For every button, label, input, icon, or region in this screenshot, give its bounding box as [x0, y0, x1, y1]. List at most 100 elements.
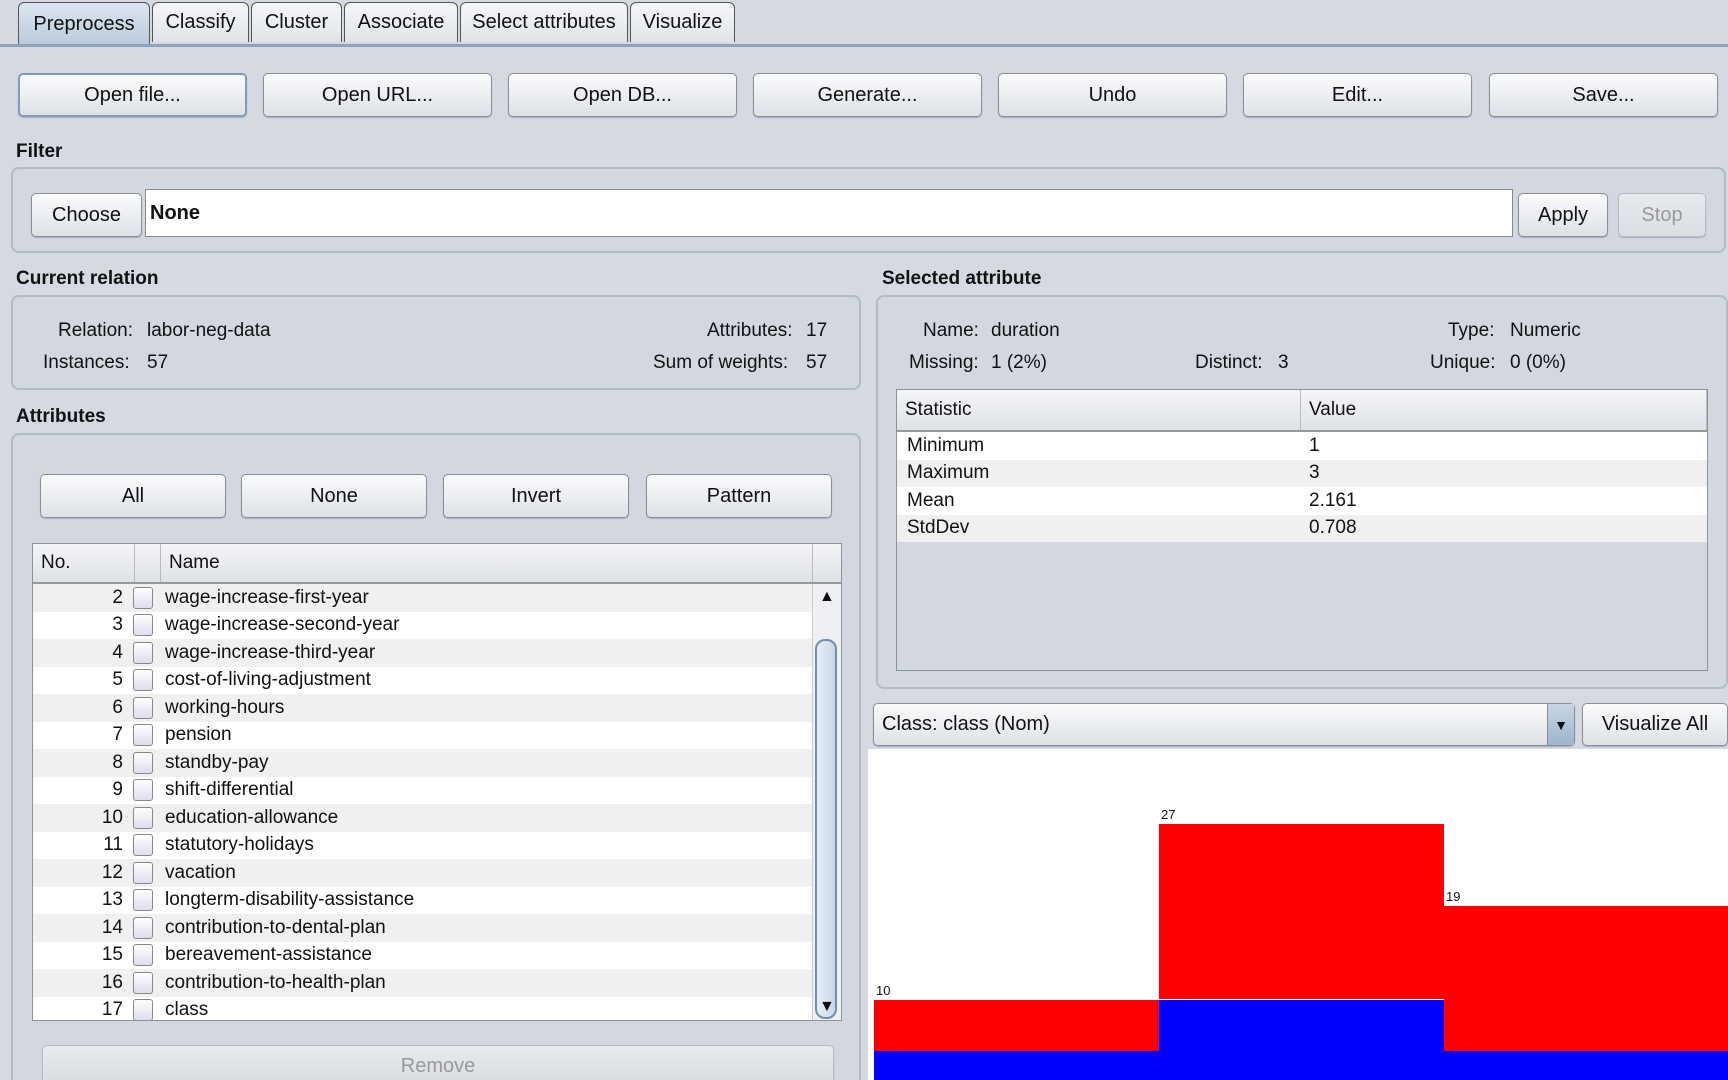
attribute-name: bereavement-assistance	[165, 944, 372, 966]
checkbox-cell	[129, 834, 157, 857]
attribute-name: shift-differential	[165, 779, 294, 801]
chevron-down-icon[interactable]: ▼	[1547, 704, 1574, 745]
select-all-button[interactable]: All	[40, 474, 226, 518]
scrollbar[interactable]: ▲ ▼	[812, 584, 841, 1020]
attribute-checkbox[interactable]	[133, 834, 153, 857]
histogram-bar-segment	[1159, 823, 1444, 1000]
attribute-checkbox[interactable]	[133, 806, 153, 829]
undo-button[interactable]: Undo	[998, 73, 1227, 117]
statistic-row[interactable]: Mean 2.161	[897, 487, 1707, 515]
table-row[interactable]: 17 class	[33, 997, 813, 1020]
bar-count-label: 10	[876, 982, 891, 998]
bar-count-label: 19	[1446, 889, 1461, 905]
table-row[interactable]: 5 cost-of-living-adjustment	[33, 667, 813, 695]
attribute-checkbox[interactable]	[133, 751, 153, 774]
attribute-checkbox[interactable]	[133, 916, 153, 939]
attribute-checkbox[interactable]	[133, 586, 153, 609]
type-label: Type:	[1448, 320, 1495, 341]
attribute-checkbox[interactable]	[133, 641, 153, 664]
scroll-down-icon[interactable]: ▼	[819, 998, 835, 1016]
statistic-name: Minimum	[907, 434, 985, 456]
apply-button[interactable]: Apply	[1518, 193, 1608, 237]
visualize-all-button[interactable]: Visualize All	[1582, 703, 1728, 746]
table-row[interactable]: 7 pension	[33, 722, 813, 750]
tab-visualize[interactable]: Visualize	[630, 2, 735, 42]
attribute-checkbox[interactable]	[133, 889, 153, 912]
generate-button[interactable]: Generate...	[753, 73, 982, 117]
table-row[interactable]: 12 vacation	[33, 859, 813, 887]
checkbox-cell	[129, 614, 157, 637]
attributes-count-label: Attributes:	[707, 320, 793, 341]
checkbox-cell	[129, 861, 157, 884]
checkbox-cell	[129, 916, 157, 939]
tab-associate[interactable]: Associate	[344, 2, 458, 42]
table-row[interactable]: 14 contribution-to-dental-plan	[33, 914, 813, 942]
attribute-number: 14	[101, 916, 123, 938]
column-header-value[interactable]: Value	[1301, 390, 1707, 430]
edit-button[interactable]: Edit...	[1243, 73, 1472, 117]
histogram-bar-segment	[874, 999, 1159, 1052]
scroll-up-icon[interactable]: ▲	[819, 588, 835, 606]
choose-filter-button[interactable]: Choose	[31, 193, 142, 237]
attribute-number: 6	[112, 696, 123, 718]
attribute-checkbox[interactable]	[133, 999, 153, 1020]
statistic-value: 1	[1309, 434, 1320, 456]
attribute-checkbox[interactable]	[133, 724, 153, 747]
table-row[interactable]: 2 wage-increase-first-year	[33, 584, 813, 612]
instances-value: 57	[147, 352, 169, 373]
table-row[interactable]: 15 bereavement-assistance	[33, 942, 813, 970]
scrollbar-thumb[interactable]	[815, 639, 837, 1019]
statistic-value: 2.161	[1309, 489, 1357, 511]
attribute-checkbox[interactable]	[133, 971, 153, 994]
statistic-row[interactable]: StdDev 0.708	[897, 514, 1707, 542]
tab-preprocess[interactable]: Preprocess	[18, 2, 150, 46]
statistic-row[interactable]: Minimum 1	[897, 432, 1707, 460]
table-row[interactable]: 16 contribution-to-health-plan	[33, 969, 813, 997]
stop-button[interactable]: Stop	[1618, 193, 1706, 237]
table-row[interactable]: 6 working-hours	[33, 694, 813, 722]
select-pattern-button[interactable]: Pattern	[646, 474, 832, 518]
remove-button[interactable]: Remove	[42, 1045, 834, 1080]
column-header-select[interactable]	[135, 544, 161, 582]
histogram-bar-segment	[1444, 906, 1728, 1052]
attribute-name: contribution-to-health-plan	[165, 971, 386, 993]
select-invert-button[interactable]: Invert	[443, 474, 629, 518]
filter-field[interactable]: None	[145, 189, 1513, 237]
column-header-no[interactable]: No.	[33, 544, 135, 582]
tab-cluster[interactable]: Cluster	[251, 2, 342, 42]
table-row[interactable]: 4 wage-increase-third-year	[33, 639, 813, 667]
table-row[interactable]: 13 longterm-disability-assistance	[33, 887, 813, 915]
checkbox-cell	[129, 999, 157, 1020]
column-header-name[interactable]: Name	[161, 544, 813, 582]
statistic-row[interactable]: Maximum 3	[897, 459, 1707, 487]
attribute-number: 7	[112, 724, 123, 746]
open-db-button[interactable]: Open DB...	[508, 73, 737, 117]
tab-select-attributes[interactable]: Select attributes	[460, 2, 628, 42]
attribute-checkbox[interactable]	[133, 614, 153, 637]
attribute-checkbox[interactable]	[133, 861, 153, 884]
table-row[interactable]: 8 standby-pay	[33, 749, 813, 777]
tab-classify[interactable]: Classify	[152, 2, 249, 42]
table-row[interactable]: 3 wage-increase-second-year	[33, 612, 813, 640]
attribute-checkbox[interactable]	[133, 944, 153, 967]
attribute-name: statutory-holidays	[165, 834, 314, 856]
attribute-checkbox[interactable]	[133, 669, 153, 692]
open-url-button[interactable]: Open URL...	[263, 73, 492, 117]
table-row[interactable]: 11 statutory-holidays	[33, 832, 813, 860]
statistic-name: StdDev	[907, 517, 970, 539]
current-relation-panel: Relation: labor-neg-data Instances: 57 A…	[11, 295, 861, 390]
column-header-statistic[interactable]: Statistic	[897, 390, 1301, 430]
unique-label: Unique:	[1430, 352, 1496, 373]
table-row[interactable]: 10 education-allowance	[33, 804, 813, 832]
attribute-checkbox[interactable]	[133, 779, 153, 802]
select-none-button[interactable]: None	[241, 474, 427, 518]
attribute-checkbox[interactable]	[133, 696, 153, 719]
save-button[interactable]: Save...	[1489, 73, 1718, 117]
open-file-button[interactable]: Open file...	[18, 73, 247, 117]
table-row[interactable]: 9 shift-differential	[33, 777, 813, 805]
attribute-number: 13	[101, 889, 123, 911]
unique-value: 0 (0%)	[1510, 352, 1566, 373]
attribute-name: pension	[165, 724, 232, 746]
sum-of-weights-label: Sum of weights:	[653, 352, 789, 373]
class-select[interactable]: Class: class (Nom) ▼	[873, 703, 1575, 746]
